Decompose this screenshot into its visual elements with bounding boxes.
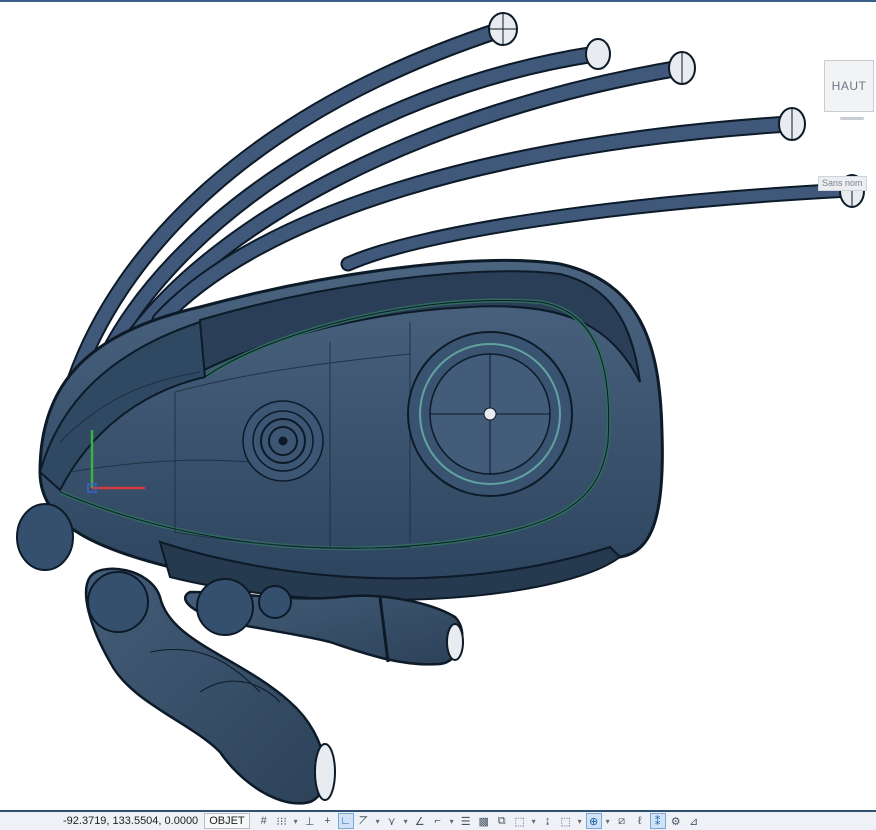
small-port	[242, 400, 324, 482]
coordinates-readout[interactable]: -92.3719, 133.5504, 0.0000	[63, 815, 198, 827]
infer-constraints-icon[interactable]: ⊥	[302, 813, 318, 829]
chevron-down-icon[interactable]: ▾	[402, 813, 410, 829]
workspace-switching-icon[interactable]: ⚙	[668, 813, 684, 829]
auto-scale-icon[interactable]: ℓ	[632, 813, 648, 829]
viewcube-compass[interactable]	[840, 117, 864, 120]
status-tools: # ⁝⁝⁝ ▾ ⊥ + ∟ ⦢ ▾ ⋎ ▾ ∠ ⌐ ▾ ☰ ▩ ⧉ ⬚ ▾ ↨ ⬚ ▾ ⊕ ▾ ⧄ ℓ ⁑ ⚙ ⊿	[256, 813, 704, 829]
dynamic-ucs-icon[interactable]: ↨	[540, 813, 556, 829]
selection-cycling-icon[interactable]: ⧉	[494, 813, 510, 829]
3d-viewport[interactable]: HAUT Sans nom	[0, 0, 876, 810]
chevron-down-icon[interactable]: ▾	[530, 813, 538, 829]
3d-model-wireframe	[16, 12, 865, 805]
annotation-scale-icon[interactable]: ⁑	[649, 813, 666, 829]
gizmo-icon[interactable]: ⊕	[585, 813, 602, 829]
viewcube-face-label: HAUT	[831, 79, 867, 93]
transparency-icon[interactable]: ▩	[476, 813, 492, 829]
tentacle-tips	[488, 12, 865, 208]
chevron-down-icon[interactable]: ▾	[448, 813, 456, 829]
chevron-down-icon[interactable]: ▾	[374, 813, 382, 829]
annotation-monitor-icon[interactable]: ⊿	[686, 813, 702, 829]
grid-display-icon[interactable]: #	[256, 813, 272, 829]
viewcube[interactable]: HAUT	[824, 60, 874, 112]
chevron-down-icon[interactable]: ▾	[576, 813, 584, 829]
named-view-label[interactable]: Sans nom	[818, 176, 867, 191]
annotation-visibility-icon[interactable]: ⧄	[614, 813, 630, 829]
chevron-down-icon[interactable]: ▾	[604, 813, 612, 829]
status-bar: -92.3719, 133.5504, 0.0000 OBJET # ⁝⁝⁝ ▾ ⊥ +…	[0, 810, 876, 830]
left-sphere	[16, 503, 74, 571]
model-space-button[interactable]: OBJET	[204, 813, 250, 829]
lineweight-icon[interactable]: ☰	[458, 813, 474, 829]
dynamic-input-icon[interactable]: +	[320, 813, 336, 829]
selection-filter-icon[interactable]: ⬚	[558, 813, 574, 829]
polar-tracking-icon[interactable]: ⦢	[356, 813, 372, 829]
ortho-mode-icon[interactable]: ∟	[337, 813, 354, 829]
object-snap-tracking-icon[interactable]: ∠	[412, 813, 428, 829]
chevron-down-icon[interactable]: ▾	[292, 813, 300, 829]
isometric-drafting-icon[interactable]: ⋎	[384, 813, 400, 829]
lower-limbs	[84, 567, 464, 805]
large-port	[407, 331, 573, 497]
3d-object-snap-icon[interactable]: ⬚	[512, 813, 528, 829]
snap-mode-icon[interactable]: ⁝⁝⁝	[274, 813, 290, 829]
object-snap-icon[interactable]: ⌐	[430, 813, 446, 829]
